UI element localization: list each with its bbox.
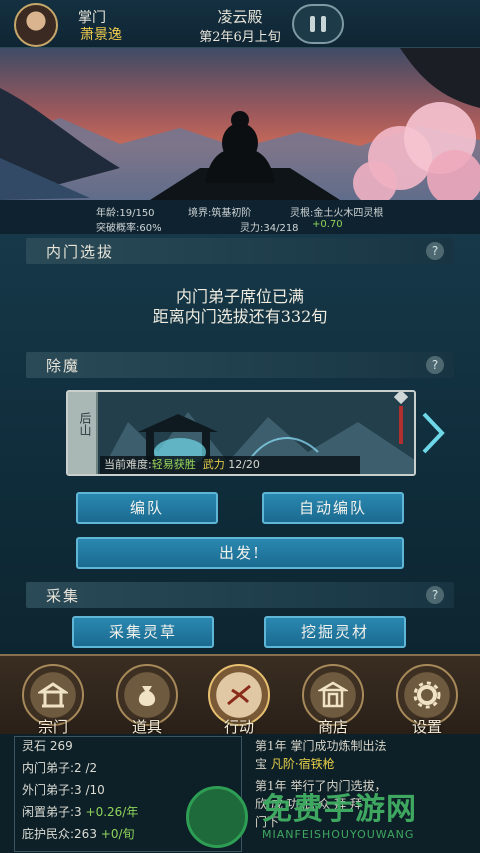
battle-info-bar: 当前难度:轻易获胜 武力 12/20 [100,456,360,474]
nav-sect[interactable]: 宗门 [22,664,84,736]
inner-selection-countdown: 距离内门选拔还有332旬 [152,307,328,326]
log-item: 凡阶·宿铁枪 [270,757,335,771]
difficulty-label: 当前难度: [104,458,152,471]
gear-icon [413,681,441,709]
cultivation-stats: 年龄:19/150 境界:筑基初阶 灵根:金土火木四灵根 突破概率:60% 灵力… [0,200,480,234]
protected-people: 庇护民众:263 [22,827,97,841]
sect-icon [38,682,68,708]
nav-items[interactable]: 道具 [116,664,178,736]
protected-row: 庇护民众:263 +0/旬 [22,825,135,842]
idle-disciples: 闲置弟子:3 [22,805,82,819]
idle-rate: +0.26/年 [85,805,139,819]
bottom-nav: 宗门 道具 行动 商店 设置 [0,654,480,736]
gather-herb-button[interactable]: 采集灵草 [72,616,214,648]
idle-disciples-row: 闲置弟子:3 +0.26/年 [22,803,138,820]
meditation-scene [0,48,480,200]
next-location-arrow-icon[interactable] [420,410,446,456]
location-name: 后山 [78,412,92,436]
section-title: 采集 [46,587,81,605]
formation-button[interactable]: 编队 [76,492,218,524]
tassel-icon [394,392,408,444]
nav-action[interactable]: 行动 [208,664,270,736]
difficulty-value: 轻易获胜 [151,458,196,471]
nav-settings[interactable]: 设置 [396,664,458,736]
log-line: 宝 凡阶·宿铁枪 [255,755,465,772]
log-text: 宝 [255,757,268,771]
leader-name: 萧景逸 [80,27,122,43]
inner-selection-header: 内门选拔 ? [26,238,454,264]
location-scroll: 后山 [68,392,98,474]
pause-button[interactable] [292,4,344,44]
inner-disciples: 内门弟子:2 /2 [22,761,98,775]
spirit-power-stat: 灵力:34/218 [240,223,299,234]
bag-icon [138,686,156,706]
section-title: 除魔 [46,357,81,375]
age-stat: 年龄:19/150 [96,208,155,219]
leader-avatar[interactable] [14,3,58,47]
nav-shop[interactable]: 商店 [302,664,364,736]
section-title: 内门选拔 [46,243,115,261]
scene-illustration [0,48,480,200]
shop-icon [318,681,348,708]
outer-disciples: 外门弟子:3 /10 [22,783,105,797]
action-icon [227,684,251,706]
help-icon[interactable]: ? [426,586,444,604]
demon-header: 除魔 ? [26,352,454,378]
depart-button[interactable]: 出发! [76,537,404,569]
top-bar: 掌门 萧景逸 凌云殿 第2年6月上旬 [0,0,480,48]
log-line: 第1年 掌门成功炼制出法 [255,739,387,753]
realm-stat: 境界:筑基初阶 [188,208,252,219]
spirit-root-stat: 灵根:金土火木四灵根 [290,208,384,219]
breakthrough-stat: 突破概率:60% [96,223,162,234]
pause-icon [310,16,315,32]
help-icon[interactable]: ? [426,356,444,374]
spirit-rate: +0.70 [312,219,343,230]
auto-formation-button[interactable]: 自动编队 [262,492,404,524]
gather-header: 采集 ? [26,582,454,608]
help-icon[interactable]: ? [426,242,444,260]
watermark-text: 免费手游网 [262,792,417,827]
power-label: 武力 [202,458,225,471]
power-value: 12/20 [228,458,260,471]
dig-material-button[interactable]: 挖掘灵材 [264,616,406,648]
sect-name: 凌云殿 [217,8,263,26]
watermark-subtext: MIANFEISHOUYOUWANG [262,828,415,841]
spirit-stone: 灵石 269 [22,739,73,753]
protected-rate: +0/旬 [100,827,135,841]
watermark-logo [186,786,248,848]
